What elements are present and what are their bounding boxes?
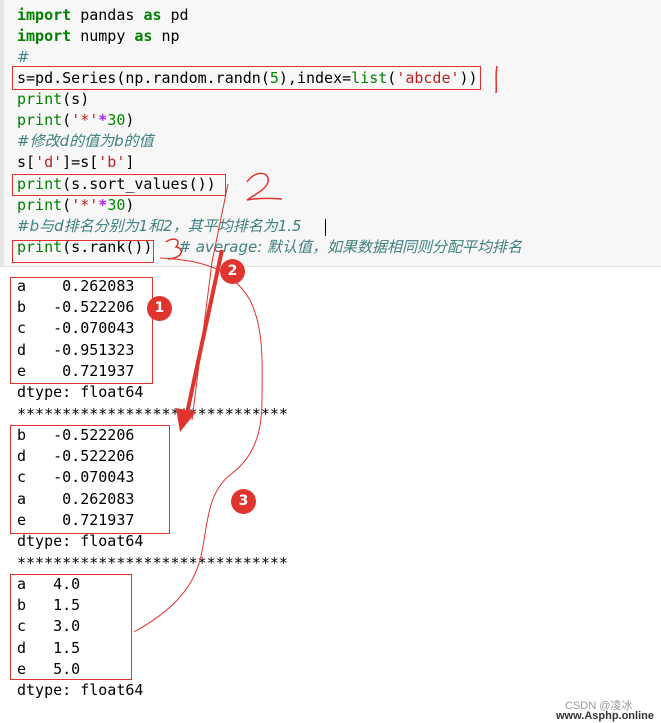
code-line-11: #b与d排名分别为1和2，其平均排名为1.5: [17, 217, 302, 235]
separator-line-1: ******************************: [17, 405, 288, 423]
code-line-10: print('*'*30): [17, 196, 135, 214]
highlight-box-sort-values: [12, 174, 226, 196]
separator-line-2: ******************************: [17, 554, 288, 572]
highlight-box-output-1: [10, 277, 153, 384]
badge-1: 1: [147, 296, 172, 321]
cell-gutter: [0, 0, 4, 266]
dtype-line-3: dtype: float64: [17, 681, 144, 699]
code-line-6: print('*'*30): [17, 111, 135, 129]
code-line-2: import numpy as np: [17, 27, 180, 45]
code-line-5: print(s): [17, 90, 90, 108]
code-line-1: import pandas as pd: [17, 6, 189, 24]
dtype-line-1: dtype: float64: [17, 383, 144, 401]
badge-3: 3: [231, 489, 256, 514]
highlight-box-series: [12, 66, 481, 90]
highlight-box-rank: [12, 240, 154, 263]
badge-2: 2: [220, 259, 245, 284]
watermark-site: www.Asphp.online: [556, 710, 654, 722]
code-line-7: #修改d的值为b的值: [17, 132, 154, 150]
text-cursor: [325, 219, 326, 236]
code-line-3: #: [17, 48, 30, 66]
arrow-shaft: [184, 249, 224, 419]
highlight-box-output-2: [10, 425, 170, 534]
code-cell[interactable]: import pandas as pd import numpy as np #…: [0, 0, 661, 267]
highlight-box-output-3: [10, 574, 132, 680]
code-line-8: s['d']=s['b']: [17, 153, 135, 171]
dtype-line-2: dtype: float64: [17, 532, 144, 550]
